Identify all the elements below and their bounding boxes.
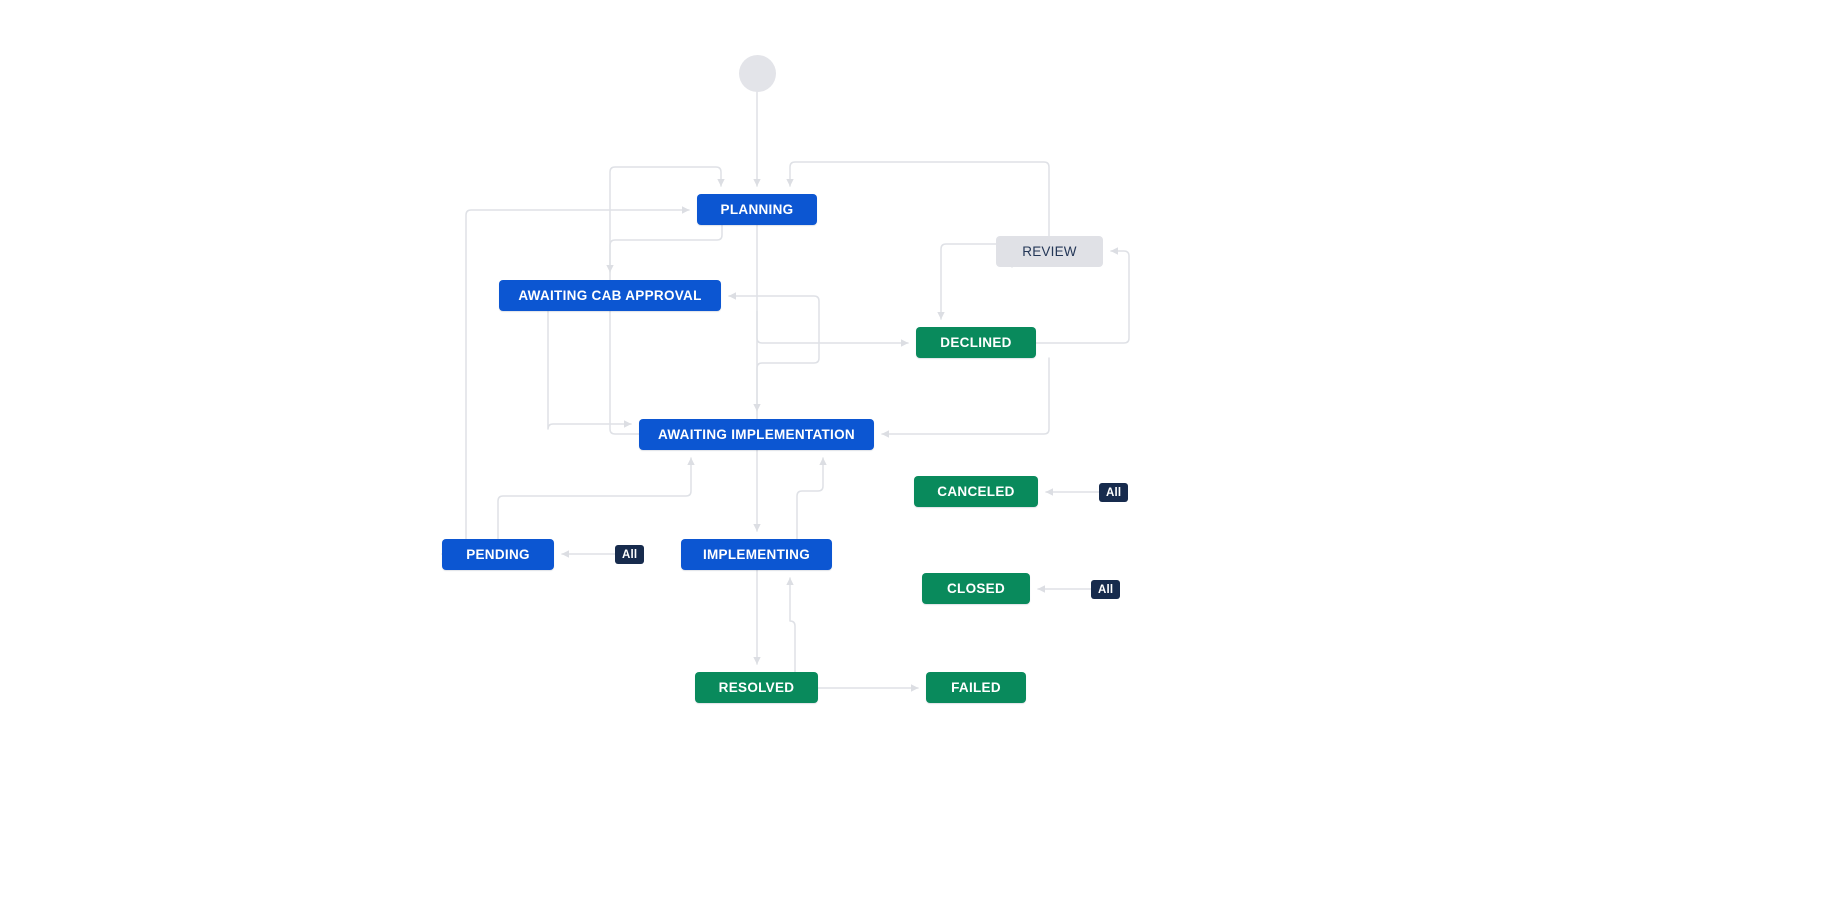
all-statuses-badge-label: All — [1098, 583, 1114, 596]
status-node-resolved[interactable]: RESOLVED — [695, 672, 818, 703]
status-node-label: AWAITING CAB APPROVAL — [518, 288, 702, 303]
status-node-review[interactable]: REVIEW — [996, 236, 1103, 267]
workflow-diagram-canvas: PLANNING AWAITING CAB APPROVAL REVIEW DE… — [0, 0, 1840, 900]
all-statuses-badge-closed[interactable]: All — [1091, 580, 1121, 599]
connector-layer — [441, 91, 1130, 692]
status-node-pending[interactable]: PENDING — [442, 539, 554, 570]
status-node-label: PENDING — [466, 547, 530, 562]
status-node-awaiting-implementation[interactable]: AWAITING IMPLEMENTATION — [639, 419, 874, 450]
status-node-label: FAILED — [951, 680, 1001, 695]
status-node-label: DECLINED — [940, 335, 1012, 350]
status-node-label: CANCELED — [937, 484, 1015, 499]
status-node-label: REVIEW — [1022, 244, 1077, 259]
start-marker — [739, 55, 776, 92]
status-node-label: AWAITING IMPLEMENTATION — [658, 427, 855, 442]
status-node-closed[interactable]: CLOSED — [922, 573, 1030, 604]
status-node-label: RESOLVED — [718, 680, 795, 695]
all-statuses-badge-label: All — [622, 548, 638, 561]
status-node-canceled[interactable]: CANCELED — [914, 476, 1038, 507]
status-node-declined[interactable]: DECLINED — [916, 327, 1036, 358]
status-node-planning[interactable]: PLANNING — [697, 194, 817, 225]
all-statuses-badge-label: All — [1106, 486, 1122, 499]
status-node-label: IMPLEMENTING — [702, 547, 811, 562]
status-node-awaiting-cab-approval[interactable]: AWAITING CAB APPROVAL — [499, 280, 721, 311]
status-node-label: CLOSED — [946, 581, 1006, 596]
all-statuses-badge-canceled[interactable]: All — [1099, 483, 1129, 502]
status-node-failed[interactable]: FAILED — [926, 672, 1026, 703]
status-node-label: PLANNING — [720, 202, 794, 217]
status-node-implementing[interactable]: IMPLEMENTING — [681, 539, 832, 570]
all-statuses-badge-pending[interactable]: All — [615, 545, 645, 564]
